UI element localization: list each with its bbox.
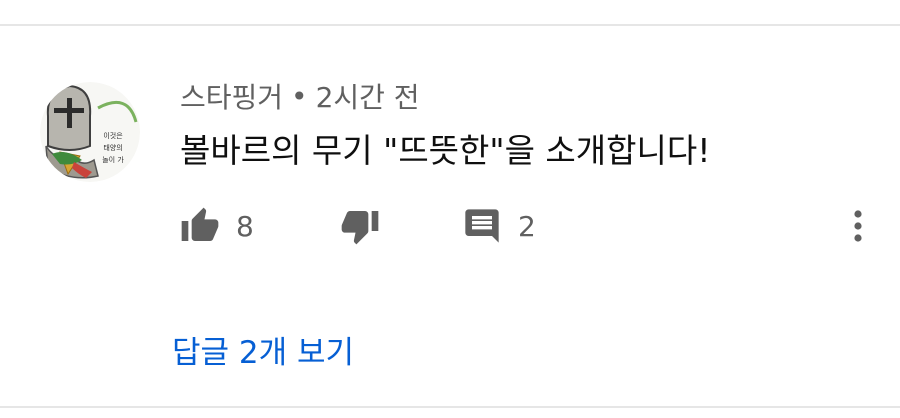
reply-button[interactable]: 2 <box>462 204 536 248</box>
comment-header: 스타핑거 • 2시간 전 <box>180 76 420 116</box>
comment-text: 볼바르의 무기 "뜨뜻한"을 소개합니다! <box>180 131 711 170</box>
more-actions-button[interactable] <box>838 206 878 246</box>
header-separator: • <box>291 79 308 113</box>
avatar-badge-line-2: 태양의 <box>103 143 122 152</box>
more-vertical-icon <box>854 210 862 242</box>
like-count: 8 <box>236 209 254 243</box>
avatar-image: 이것은 태양의 놀이 가 <box>40 82 140 182</box>
author-name[interactable]: 스타핑거 <box>180 76 283 116</box>
thumbs-up-icon <box>181 207 219 241</box>
thumbs-down-icon <box>341 211 379 245</box>
avatar-badge-line-1: 이것은 <box>103 131 123 140</box>
avatar-badge-line-3: 놀이 가 <box>102 155 124 164</box>
top-divider <box>0 24 900 26</box>
comment-icon <box>465 209 499 243</box>
dislike-button[interactable] <box>340 204 380 248</box>
view-replies-link[interactable]: 답글 2개 보기 <box>172 326 354 372</box>
avatar[interactable]: 이것은 태양의 놀이 가 <box>40 82 140 182</box>
comment-timestamp[interactable]: 2시간 전 <box>316 76 420 116</box>
reply-count: 2 <box>518 209 536 243</box>
like-button[interactable]: 8 <box>180 204 254 248</box>
bottom-divider <box>0 406 900 408</box>
